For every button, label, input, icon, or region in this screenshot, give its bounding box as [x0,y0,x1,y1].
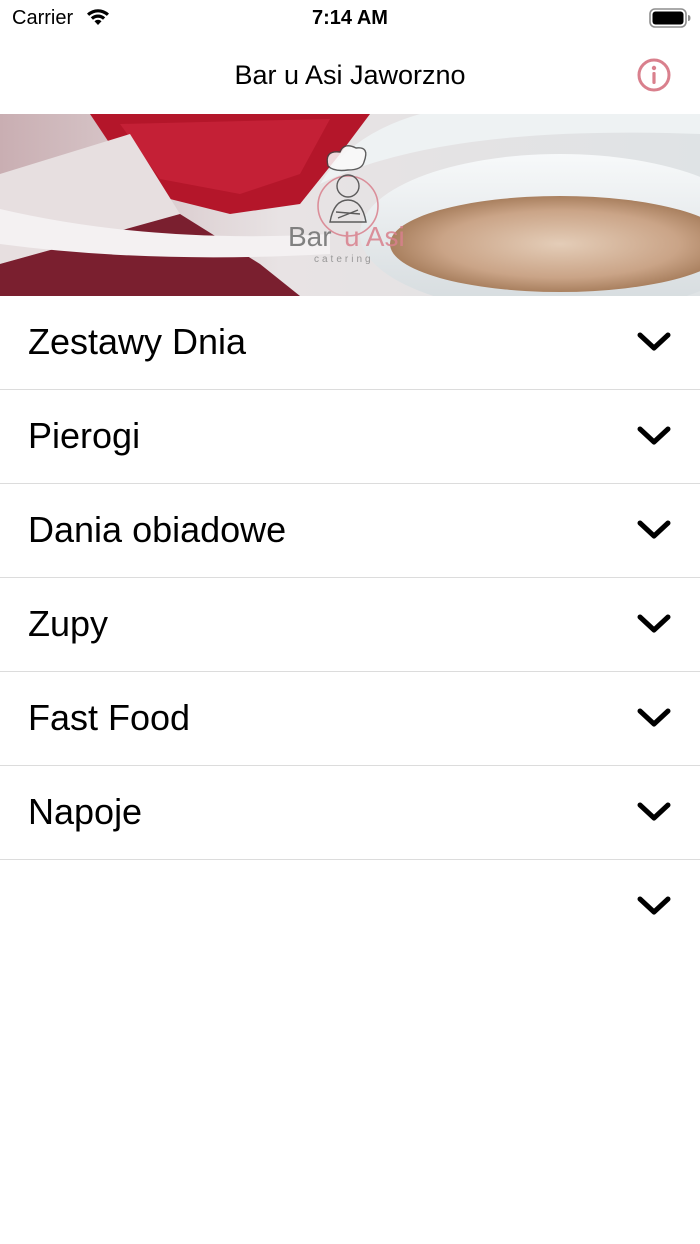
category-label: Fast Food [28,697,191,738]
category-row-napoje[interactable]: Napoje [0,766,700,860]
logo-subtitle: catering [314,254,374,265]
page-title: Bar u Asi Jaworzno [234,60,466,90]
chevron-down-icon[interactable] [636,894,672,918]
svg-text:u Asi: u Asi [344,221,405,252]
category-row-dania-obiadowe[interactable]: Dania obiadowe [0,484,700,578]
status-bar: Carrier 7:14 AM [0,0,700,36]
category-row-fast-food[interactable]: Fast Food [0,672,700,766]
category-row-zestawy-dnia[interactable]: Zestawy Dnia [0,296,700,390]
category-row-pierogi[interactable]: Pierogi [0,390,700,484]
category-label: Pierogi [28,415,141,456]
category-label: Dania obiadowe [28,509,287,550]
category-row-unnamed[interactable] [0,860,700,953]
category-label: Zestawy Dnia [28,321,247,362]
chevron-down-icon[interactable] [636,424,672,448]
chevron-down-icon[interactable] [636,330,672,354]
chevron-down-icon[interactable] [636,800,672,824]
clock: 7:14 AM [312,7,388,29]
chevron-down-icon[interactable] [636,518,672,542]
logo-text: Bar [288,221,332,252]
chevron-down-icon[interactable] [636,706,672,730]
hero-banner-image: Bar u Asi catering [0,114,700,296]
hero-banner: Bar u Asi catering [0,114,700,296]
category-row-zupy[interactable]: Zupy [0,578,700,672]
menu-category-list: Zestawy Dnia Pierogi Dania obiadowe Zupy… [0,296,700,953]
navigation-bar: Bar u Asi Jaworzno [0,36,700,114]
chevron-down-icon[interactable] [636,612,672,636]
category-label: Napoje [28,791,143,832]
category-label: Zupy [28,603,109,644]
battery-full-icon [649,8,691,28]
info-circle-icon[interactable] [636,57,672,93]
